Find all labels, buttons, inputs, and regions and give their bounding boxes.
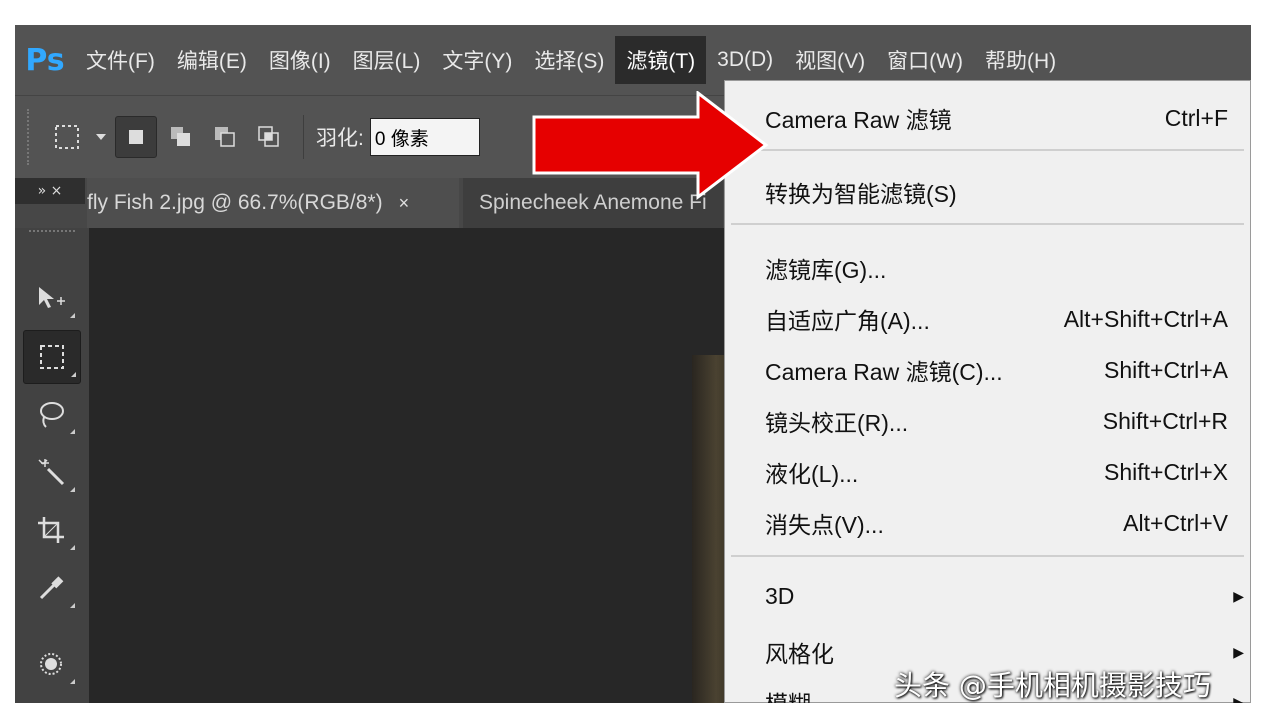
tab-document-1[interactable]: fly Fish 2.jpg @ 66.7%(RGB/8*) × xyxy=(87,178,459,228)
options-divider xyxy=(303,115,304,159)
marquee-tool-icon[interactable] xyxy=(23,330,81,384)
menu-item-filter-gallery[interactable]: 滤镜库(G)... xyxy=(765,251,1228,285)
menu-item-shortcut: Shift+Ctrl+R xyxy=(1102,407,1228,434)
crop-tool-icon[interactable] xyxy=(23,504,79,556)
submenu-arrow-icon: ▶ xyxy=(1233,588,1244,604)
tools-panel xyxy=(15,228,90,703)
menu-item-label: 3D xyxy=(765,583,795,609)
feather-label: 羽化: xyxy=(316,127,364,150)
menu-item-label: 转换为智能滤镜(S) xyxy=(765,181,957,207)
menu-item-convert-smart-filter[interactable]: 转换为智能滤镜(S) xyxy=(765,175,1228,209)
menu-3d[interactable]: 3D(D) xyxy=(706,36,784,84)
red-arrow-annotation xyxy=(532,91,769,201)
photoshop-window: Ps 文件(F) 编辑(E) 图像(I) 图层(L) 文字(Y) 选择(S) 滤… xyxy=(15,25,1251,703)
tool-flyout-icon xyxy=(70,603,75,608)
menu-image[interactable]: 图像(I) xyxy=(258,36,342,84)
lasso-tool-icon[interactable] xyxy=(23,388,79,440)
menu-item-shortcut: Alt+Shift+Ctrl+A xyxy=(1063,305,1228,332)
subtract-from-selection-icon[interactable] xyxy=(205,117,245,157)
tool-flyout-icon xyxy=(71,372,76,377)
panel-collapse-controls[interactable]: » × xyxy=(15,178,85,204)
watermark-text: 头条 @手机相机摄影技巧 xyxy=(894,669,1211,702)
menu-item-label: 镜头校正(R)... xyxy=(765,410,909,436)
menu-window[interactable]: 窗口(W) xyxy=(876,36,974,84)
menu-item-shortcut: Shift+Ctrl+X xyxy=(1104,458,1228,485)
menu-filter[interactable]: 滤镜(T) xyxy=(615,36,707,84)
feather-input[interactable]: 0 像素 xyxy=(369,118,480,156)
menu-item-shortcut: Alt+Ctrl+V xyxy=(1123,509,1228,536)
menu-item-vanishing-point[interactable]: 消失点(V)... Alt+Ctrl+V xyxy=(765,506,1228,540)
submenu-arrow-icon: ▶ xyxy=(1233,693,1244,704)
menu-item-3d[interactable]: 3D ▶ xyxy=(765,583,1244,610)
menu-item-label: 风格化 xyxy=(765,641,834,667)
magic-wand-tool-icon[interactable] xyxy=(23,446,79,498)
menu-divider xyxy=(731,223,1244,225)
menu-layer[interactable]: 图层(L) xyxy=(342,36,432,84)
tool-flyout-icon xyxy=(70,487,75,492)
move-tool-icon[interactable] xyxy=(23,272,79,324)
menu-item-camera-raw-filter[interactable]: Camera Raw 滤镜(C)... Shift+Ctrl+A xyxy=(765,353,1228,387)
brush-tool-icon[interactable] xyxy=(23,638,79,690)
eyedropper-tool-icon[interactable] xyxy=(23,562,79,614)
submenu-arrow-icon: ▶ xyxy=(1233,643,1244,660)
menu-item-shortcut: Ctrl+F xyxy=(1164,104,1228,131)
chevron-down-icon[interactable] xyxy=(91,117,111,157)
menu-item-label: 自适应广角(A)... xyxy=(765,308,930,334)
marquee-preset-icon[interactable] xyxy=(47,117,87,157)
options-grip[interactable] xyxy=(27,109,33,165)
add-to-selection-icon[interactable] xyxy=(161,117,201,157)
ps-logo: Ps xyxy=(25,42,65,78)
menu-item-label: 滤镜库(G)... xyxy=(765,257,887,283)
menu-divider xyxy=(731,555,1244,557)
menu-select[interactable]: 选择(S) xyxy=(523,36,615,84)
filter-menu-dropdown: Camera Raw 滤镜 Ctrl+F 转换为智能滤镜(S) 滤镜库(G)..… xyxy=(724,80,1251,703)
menu-item-adaptive-wide-angle[interactable]: 自适应广角(A)... Alt+Shift+Ctrl+A xyxy=(765,302,1228,336)
tool-flyout-icon xyxy=(70,313,75,318)
menu-type[interactable]: 文字(Y) xyxy=(431,36,523,84)
close-icon[interactable]: × xyxy=(399,193,410,214)
menu-item-label: 模糊 xyxy=(765,685,811,703)
menu-help[interactable]: 帮助(H) xyxy=(974,36,1067,84)
intersect-selection-icon[interactable] xyxy=(249,117,289,157)
menu-item-lens-correction[interactable]: 镜头校正(R)... Shift+Ctrl+R xyxy=(765,404,1228,438)
menu-file[interactable]: 文件(F) xyxy=(75,36,166,84)
menu-item-shortcut: Shift+Ctrl+A xyxy=(1104,356,1228,383)
menu-item-label: Camera Raw 滤镜(C)... xyxy=(765,359,1003,385)
new-selection-icon[interactable] xyxy=(115,116,157,158)
tool-flyout-icon xyxy=(70,545,75,550)
menu-item-label: 消失点(V)... xyxy=(765,512,884,538)
tab-document-1-label: fly Fish 2.jpg @ 66.7%(RGB/8*) xyxy=(87,191,383,214)
menu-edit[interactable]: 编辑(E) xyxy=(166,36,258,84)
tool-flyout-icon xyxy=(70,429,75,434)
menu-item-label: 液化(L)... xyxy=(765,461,859,487)
menu-divider xyxy=(731,149,1244,151)
menu-item-liquify[interactable]: 液化(L)... Shift+Ctrl+X xyxy=(765,455,1228,489)
tools-grip[interactable] xyxy=(29,230,75,244)
tool-flyout-icon xyxy=(70,679,75,684)
menu-view[interactable]: 视图(V) xyxy=(784,36,876,84)
menu-item-label: Camera Raw 滤镜 xyxy=(765,107,952,133)
menu-item-last-filter[interactable]: Camera Raw 滤镜 Ctrl+F xyxy=(765,101,1228,135)
